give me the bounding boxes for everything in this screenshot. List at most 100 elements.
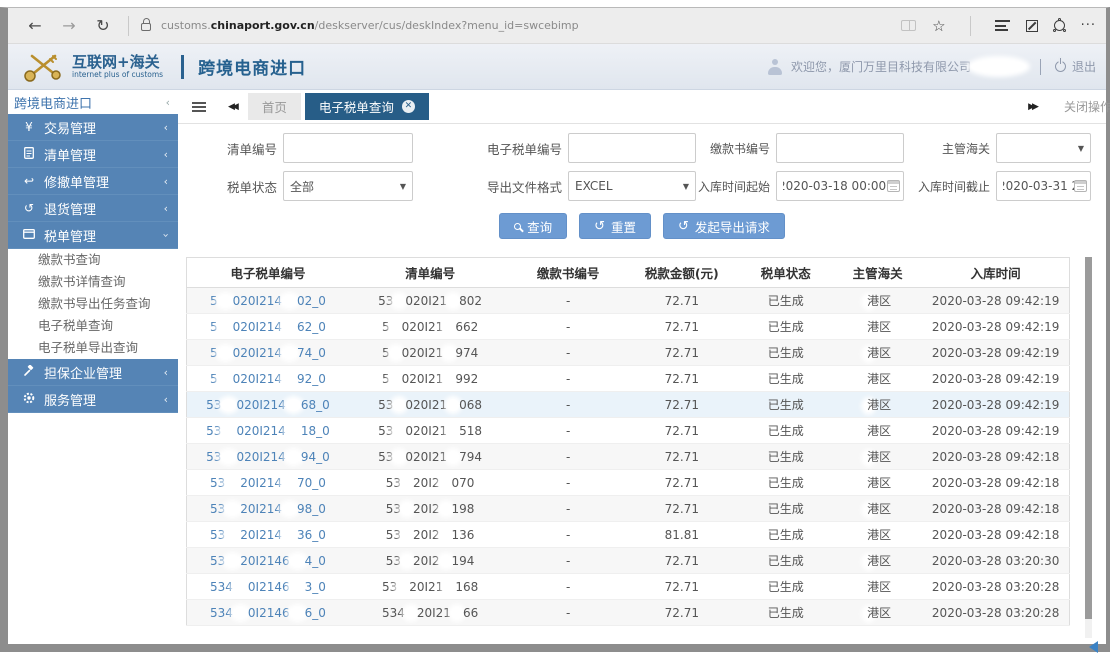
redaction-blur — [218, 295, 233, 307]
forward-icon[interactable]: → — [52, 16, 86, 35]
web-note-icon[interactable] — [1026, 20, 1038, 32]
customs-select[interactable]: ▼ — [996, 133, 1091, 163]
sidebar-subitem-etax-query[interactable]: 电子税单查询 — [8, 315, 178, 337]
collapse-icon[interactable]: ‹ — [166, 96, 170, 109]
table-row[interactable]: 5320I21464_05320I2194-72.71已生成港区2020-03-… — [187, 548, 1070, 574]
sidebar-subitem-payment-export-tasks[interactable]: 缴款书导出任务查询 — [8, 293, 178, 315]
table-row[interactable]: 5340I21463_05320I21168-72.71已生成港区2020-03… — [187, 574, 1070, 600]
etax-no-cell[interactable]: 5020I21402_0 — [187, 288, 349, 314]
tab-etax-query[interactable]: 电子税单查询 ✕ — [305, 93, 429, 120]
export-request-button[interactable]: ↺发起导出请求 — [663, 213, 785, 239]
sidebar-item-tax-forms[interactable]: 税单管理 › — [8, 222, 178, 249]
customs-cell: 港区 — [833, 418, 922, 444]
power-icon[interactable] — [1055, 61, 1066, 72]
redaction-blur — [864, 348, 873, 360]
table-row[interactable]: 53020I21468_053020I21068-72.71已生成港区2020-… — [187, 392, 1070, 418]
address-bar[interactable]: customs.chinaport.gov.cn/deskserver/cus/… — [161, 19, 891, 32]
table-row[interactable]: 5020I21492_05020I21992-72.71已生成港区2020-03… — [187, 366, 1070, 392]
table-scrollbar[interactable] — [1085, 257, 1092, 638]
calendar-icon[interactable] — [1074, 180, 1087, 192]
close-icon[interactable]: ✕ — [402, 100, 415, 113]
reset-button[interactable]: ↺重置 — [579, 213, 651, 239]
reading-view-icon[interactable] — [901, 20, 916, 31]
sidebar-subitem-payment-details[interactable]: 缴款书详情查询 — [8, 271, 178, 293]
logout-button[interactable]: 退出 — [1072, 58, 1096, 75]
sidebar-item-lists[interactable]: 清单管理 ‹ — [8, 141, 178, 168]
table-row[interactable]: 53020I21494_053020I21794-72.71已生成港区2020-… — [187, 444, 1070, 470]
sidebar-item-guarantee[interactable]: 担保企业管理 ‹ — [8, 359, 178, 386]
table-row[interactable]: 5020I21402_053020I21802-72.71已生成港区2020-0… — [187, 288, 1070, 314]
sidebar-item-transactions[interactable]: ¥ 交易管理 ‹ — [8, 114, 178, 141]
redaction-blur — [225, 555, 240, 567]
scroll-tabs-left-icon[interactable]: ◀◀ — [228, 102, 236, 112]
back-icon[interactable]: ← — [18, 16, 52, 35]
caret-down-icon: ▼ — [1078, 144, 1084, 153]
etax-no-cell[interactable]: 53020I21468_0 — [187, 392, 349, 418]
sidebar-submenu: 缴款书查询 缴款书详情查询 缴款书导出任务查询 电子税单查询 电子税单导出查询 — [8, 249, 178, 359]
sidebar-item-amendments[interactable]: ↩ 修撤单管理 ‹ — [8, 168, 178, 195]
search-button[interactable]: 查询 — [499, 213, 567, 239]
scroll-tabs-right-icon[interactable]: ▶▶ — [1028, 102, 1036, 112]
etax-no-cell[interactable]: 53020I21418_0 — [187, 418, 349, 444]
calendar-icon[interactable] — [887, 180, 900, 192]
redaction-blur — [864, 452, 873, 464]
etax-no-cell[interactable]: 5320I21464_0 — [187, 548, 349, 574]
gear-icon — [20, 392, 38, 407]
menu-icon[interactable] — [192, 102, 206, 112]
export-format-select[interactable]: EXCEL▼ — [568, 171, 696, 201]
hub-icon[interactable] — [995, 20, 1010, 31]
etax-no-cell[interactable]: 5020I21462_0 — [187, 314, 349, 340]
sidebar: 跨境电商进口 ‹ ¥ 交易管理 ‹ 清单管理 ‹ ↩ 修撤单管理 ‹ ↺ 退货管… — [8, 90, 178, 644]
favorites-star-icon[interactable]: ☆ — [932, 17, 945, 35]
export-icon: ↺ — [678, 220, 689, 233]
table-row[interactable]: 5320I21436_05320I2136-81.81已生成港区2020-03-… — [187, 522, 1070, 548]
etax-no-input[interactable] — [568, 133, 696, 163]
sidebar-subitem-payment-query[interactable]: 缴款书查询 — [8, 249, 178, 271]
more-menu-icon[interactable]: ··· — [1081, 18, 1096, 33]
list-no-input[interactable] — [283, 133, 413, 163]
etax-no-cell[interactable]: 5320I21470_0 — [187, 470, 349, 496]
redaction-blur — [864, 296, 873, 308]
etax-no-cell[interactable]: 5320I21436_0 — [187, 522, 349, 548]
time-end-input[interactable]: 2020-03-31 23:59:59 — [996, 171, 1091, 201]
etax-no-cell[interactable]: 5340I21466_0 — [187, 600, 349, 626]
tab-home[interactable]: 首页 — [248, 93, 301, 120]
etax-no-cell[interactable]: 5340I21463_0 — [187, 574, 349, 600]
chevron-left-icon: ‹ — [164, 393, 168, 406]
etax-no-cell[interactable]: 5020I21474_0 — [187, 340, 349, 366]
etax-no-cell[interactable]: 5320I21498_0 — [187, 496, 349, 522]
welcome-text: 欢迎您，厦门万里目科技有限公司 — [791, 58, 971, 75]
scrollbar-thumb[interactable] — [1085, 257, 1092, 619]
amount-cell: 72.71 — [625, 366, 739, 392]
payment-no-input[interactable] — [776, 133, 904, 163]
close-operations-button[interactable]: 关闭操作 — [1064, 98, 1110, 115]
customs-cell: 港区 — [833, 600, 922, 626]
sidebar-subitem-etax-export-query[interactable]: 电子税单导出查询 — [8, 337, 178, 359]
payment-no-cell: - — [511, 444, 625, 470]
corner-arrow-icon[interactable] — [1089, 641, 1098, 653]
column-header: 主管海关 — [833, 258, 922, 288]
payment-no-cell: - — [511, 418, 625, 444]
table-row[interactable]: 53020I21418_053020I21518-72.71已生成港区2020-… — [187, 418, 1070, 444]
sidebar-header[interactable]: 跨境电商进口 ‹ — [8, 90, 178, 114]
status-cell: 已生成 — [739, 470, 833, 496]
redaction-blur — [864, 530, 873, 542]
time-start-input[interactable]: 2020-03-18 00:00:00 — [776, 171, 904, 201]
gavel-icon — [20, 365, 38, 380]
table-row[interactable]: 5340I21466_053420I2166-72.71已生成港区2020-03… — [187, 600, 1070, 626]
etax-no-cell[interactable]: 5020I21492_0 — [187, 366, 349, 392]
share-icon[interactable] — [1054, 20, 1065, 31]
customs-logo-icon — [22, 50, 64, 84]
redaction-blur — [864, 400, 873, 412]
redaction-blur — [443, 373, 455, 385]
refresh-icon[interactable]: ↻ — [86, 16, 120, 35]
table-row[interactable]: 5020I21474_05020I21974-72.71已生成港区2020-03… — [187, 340, 1070, 366]
field-label: 导出文件格式 — [413, 177, 568, 196]
status-select[interactable]: 全部▼ — [283, 171, 413, 201]
table-row[interactable]: 5320I21498_05320I2198-72.71已生成港区2020-03-… — [187, 496, 1070, 522]
table-row[interactable]: 5020I21462_05020I21662-72.71已生成港区2020-03… — [187, 314, 1070, 340]
sidebar-item-services[interactable]: 服务管理 ‹ — [8, 386, 178, 413]
sidebar-item-returns[interactable]: ↺ 退货管理 ‹ — [8, 195, 178, 222]
table-row[interactable]: 5320I21470_05320I2070-72.71已生成港区2020-03-… — [187, 470, 1070, 496]
etax-no-cell[interactable]: 53020I21494_0 — [187, 444, 349, 470]
